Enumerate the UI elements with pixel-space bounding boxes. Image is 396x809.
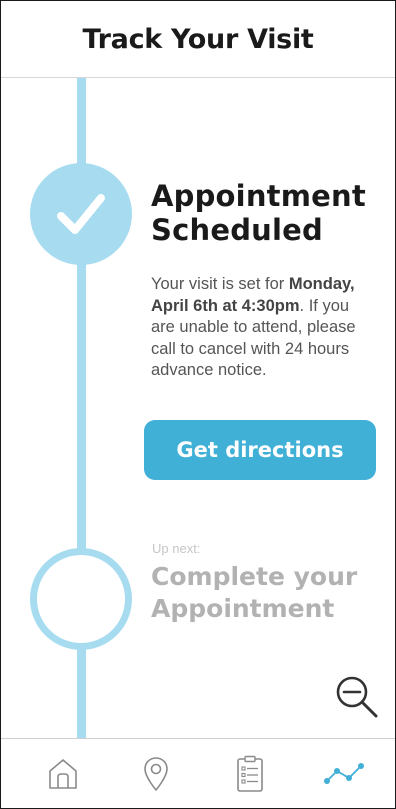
current-step-title: Appointment Scheduled xyxy=(151,179,381,247)
next-step-title: Complete your Appointment xyxy=(151,561,391,625)
nav-track-visit[interactable] xyxy=(323,753,365,795)
home-icon xyxy=(49,759,77,789)
app-header: Track Your Visit xyxy=(1,1,395,78)
check-icon xyxy=(57,194,105,234)
next-step-title-line2: Appointment xyxy=(151,594,335,623)
zoom-out-icon xyxy=(336,676,378,718)
current-step-title-line2: Scheduled xyxy=(151,213,323,247)
get-directions-button[interactable]: Get directions xyxy=(144,420,376,480)
nav-location[interactable] xyxy=(135,753,177,795)
bottom-nav xyxy=(1,738,395,808)
step-upcoming-marker xyxy=(30,548,132,650)
location-pin-icon xyxy=(144,757,168,791)
timeline-icon xyxy=(324,763,364,784)
step-complete-marker xyxy=(30,163,132,265)
clipboard-list-icon xyxy=(237,755,263,792)
next-step-title-line1: Complete your xyxy=(151,562,358,591)
appointment-description: Your visit is set for Monday, April 6th … xyxy=(151,274,376,382)
up-next-label: Up next: xyxy=(152,541,201,556)
page-title: Track Your Visit xyxy=(82,23,314,55)
current-step-title-line1: Appointment xyxy=(151,179,366,213)
get-directions-label: Get directions xyxy=(176,438,344,462)
zoom-out-button[interactable] xyxy=(334,674,380,720)
app-screen: Track Your Visit Appointment Scheduled Y… xyxy=(0,0,396,809)
nav-checklist[interactable] xyxy=(229,753,271,795)
description-prefix: Your visit is set for xyxy=(151,275,289,293)
nav-home[interactable] xyxy=(42,753,84,795)
